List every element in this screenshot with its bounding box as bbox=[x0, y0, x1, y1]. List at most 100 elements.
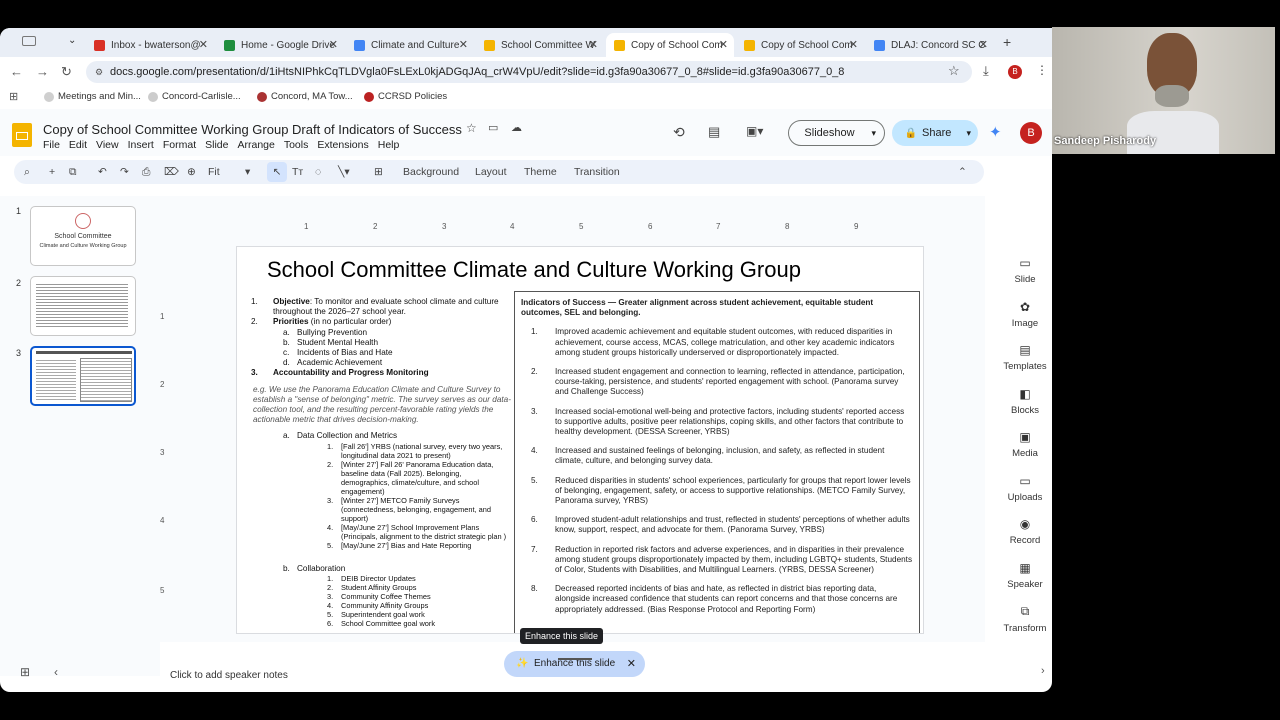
star-icon[interactable]: ☆ bbox=[948, 63, 960, 79]
close-icon[interactable]: ✕ bbox=[459, 38, 468, 51]
tab-item[interactable]: Copy of School Com ✕ bbox=[606, 33, 734, 57]
share-button[interactable]: 🔒 Share ▾ bbox=[892, 120, 978, 146]
side-slide-button[interactable]: ▭ Slide bbox=[995, 256, 1052, 285]
tab-favicon bbox=[354, 39, 365, 51]
slide-thumbnail-3[interactable] bbox=[30, 346, 136, 406]
tab-item[interactable]: Climate and Culture ✕ bbox=[346, 33, 474, 57]
bookmark-concord-carlisle[interactable]: Concord-Carlisle... bbox=[148, 91, 241, 102]
download-icon[interactable]: ⤓ bbox=[983, 63, 989, 79]
side-speaker-button[interactable]: ▦ Speaker bbox=[995, 561, 1052, 590]
tab-item[interactable]: School Committee W ✕ bbox=[476, 33, 604, 57]
side-templates-button[interactable]: ▤ Templates bbox=[995, 343, 1052, 372]
tab-item[interactable]: Copy of School Com ✕ bbox=[736, 33, 864, 57]
transition-button[interactable]: Transition bbox=[574, 166, 620, 178]
speaker-notes[interactable]: Click to add speaker notes bbox=[170, 670, 288, 681]
chevron-down-icon[interactable]: ▾ bbox=[871, 128, 876, 139]
slide-thumbnail-1[interactable]: School Committee Climate and Culture Wor… bbox=[30, 206, 136, 266]
layout-button[interactable]: Layout bbox=[475, 166, 507, 178]
close-icon[interactable]: ✕ bbox=[979, 38, 988, 51]
menu-help[interactable]: Help bbox=[378, 139, 400, 151]
menu-view[interactable]: View bbox=[96, 139, 119, 151]
close-icon[interactable]: ✕ bbox=[329, 38, 338, 51]
tab-item[interactable]: Inbox - bwaterson@ ✕ bbox=[86, 33, 214, 57]
close-icon[interactable]: ✕ bbox=[719, 38, 728, 51]
apps-icon[interactable]: ⊞ bbox=[9, 90, 18, 103]
left-text-box[interactable]: 1. Objective: To monitor and evaluate sch… bbox=[249, 297, 511, 628]
indicators-box[interactable]: Indicators of Success — Greater alignmen… bbox=[514, 291, 920, 633]
grid-view-icon[interactable]: ⊞ bbox=[20, 665, 30, 679]
undo-icon[interactable]: ↶ bbox=[98, 166, 107, 178]
zoom-icon[interactable]: ⊕ bbox=[187, 166, 196, 178]
slide[interactable]: School Committee Climate and Culture Wor… bbox=[236, 246, 924, 634]
reload-icon[interactable]: ↻ bbox=[61, 64, 72, 80]
new-tab-icon[interactable]: + bbox=[1003, 34, 1011, 50]
bookmark-concord-ma[interactable]: Concord, MA Tow... bbox=[257, 91, 353, 102]
menu-arrange[interactable]: Arrange bbox=[237, 139, 274, 151]
bookmark-ccrsd[interactable]: CCRSD Policies bbox=[364, 91, 447, 102]
slide-title[interactable]: School Committee Climate and Culture Wor… bbox=[267, 257, 801, 283]
menu-edit[interactable]: Edit bbox=[69, 139, 87, 151]
comments-icon[interactable]: ▤ bbox=[708, 124, 720, 140]
background-button[interactable]: Background bbox=[403, 166, 459, 178]
text-box-icon[interactable]: Tт bbox=[292, 166, 303, 178]
print-icon[interactable]: ⎙ bbox=[142, 166, 150, 179]
menu-format[interactable]: Format bbox=[163, 139, 196, 151]
comment-add-icon[interactable]: ⊞ bbox=[374, 166, 383, 178]
tab-item[interactable]: DLAJ: Concord SC C ✕ bbox=[866, 33, 994, 57]
close-icon[interactable]: ✕ bbox=[589, 38, 598, 51]
line-icon[interactable]: ╲▾ bbox=[338, 166, 350, 178]
close-icon[interactable]: ✕ bbox=[849, 38, 858, 51]
side-image-button[interactable]: ✿ Image bbox=[995, 300, 1052, 329]
menu-slide[interactable]: Slide bbox=[205, 139, 228, 151]
profile-avatar[interactable]: B bbox=[1008, 65, 1022, 79]
new-slide-layout-icon[interactable]: ⧉ bbox=[69, 166, 77, 179]
notes-drag-handle[interactable] bbox=[558, 658, 592, 660]
collapse-toolbar-icon[interactable]: ⌃ bbox=[958, 166, 967, 178]
bookmark-meetings[interactable]: Meetings and Min... bbox=[44, 91, 141, 102]
site-info-icon[interactable]: ⚙ bbox=[95, 67, 103, 78]
account-avatar[interactable]: B bbox=[1020, 122, 1042, 144]
select-cursor-icon[interactable]: ↖ bbox=[267, 162, 287, 182]
side-record-button[interactable]: ◉ Record bbox=[995, 517, 1052, 546]
new-slide-icon[interactable]: + bbox=[49, 166, 55, 178]
tab-groups-icon[interactable] bbox=[22, 36, 36, 46]
side-blocks-button[interactable]: ◧ Blocks bbox=[995, 387, 1052, 416]
chevron-down-icon[interactable]: ▾ bbox=[966, 128, 971, 139]
search-icon[interactable]: ⌕ bbox=[24, 166, 30, 179]
data-collection-item: 1. [Fall 26'] YRBS (national survey, ever… bbox=[249, 442, 511, 460]
collapse-filmstrip-icon[interactable]: ‹ bbox=[54, 665, 58, 679]
tab-item[interactable]: Home - Google Drive ✕ bbox=[216, 33, 344, 57]
zoom-select[interactable]: Fit bbox=[208, 166, 220, 178]
back-icon[interactable]: ← bbox=[10, 64, 23, 79]
doc-title[interactable]: Copy of School Committee Working Group D… bbox=[43, 122, 462, 137]
menu-extensions[interactable]: Extensions bbox=[317, 139, 368, 151]
menu-insert[interactable]: Insert bbox=[128, 139, 154, 151]
tab-search-icon[interactable]: ⌄ bbox=[68, 35, 76, 46]
side-transform-button[interactable]: ⧉ Transform bbox=[995, 604, 1052, 634]
star-icon[interactable]: ☆ bbox=[466, 121, 477, 135]
theme-button[interactable]: Theme bbox=[524, 166, 557, 178]
slideshow-button[interactable]: Slideshow ▾ bbox=[788, 120, 885, 146]
shape-icon[interactable]: ◌ bbox=[315, 166, 321, 178]
list-marker: 4. bbox=[531, 446, 538, 456]
menu-file[interactable]: File bbox=[43, 139, 60, 151]
menu-tools[interactable]: Tools bbox=[284, 139, 309, 151]
more-icon[interactable]: ⋮ bbox=[1036, 63, 1048, 77]
slide-thumbnail-2[interactable] bbox=[30, 276, 136, 336]
side-media-button[interactable]: ▣ Media bbox=[995, 430, 1052, 459]
side-uploads-button[interactable]: ▭ Uploads bbox=[995, 474, 1052, 503]
history-icon[interactable]: ⟲ bbox=[673, 124, 685, 141]
chevron-down-icon[interactable]: ▾ bbox=[245, 166, 250, 178]
enhance-slide-chip[interactable]: ✨ Enhance this slide ✕ bbox=[504, 651, 645, 677]
gemini-icon[interactable]: ✦ bbox=[989, 123, 1002, 141]
url-field[interactable]: docs.google.com/presentation/d/1iHtsNIPh… bbox=[86, 61, 972, 83]
redo-icon[interactable]: ↷ bbox=[120, 166, 129, 178]
close-icon[interactable]: ✕ bbox=[627, 651, 636, 677]
move-folder-icon[interactable]: ▭ bbox=[488, 121, 498, 134]
close-icon[interactable]: ✕ bbox=[199, 38, 208, 51]
paint-format-icon[interactable]: ⌦ bbox=[164, 166, 179, 178]
forward-icon[interactable]: → bbox=[36, 64, 49, 79]
meet-icon[interactable]: ▣▾ bbox=[746, 124, 763, 138]
slides-logo-icon[interactable] bbox=[12, 123, 32, 147]
expand-panel-icon[interactable]: › bbox=[1041, 665, 1045, 677]
